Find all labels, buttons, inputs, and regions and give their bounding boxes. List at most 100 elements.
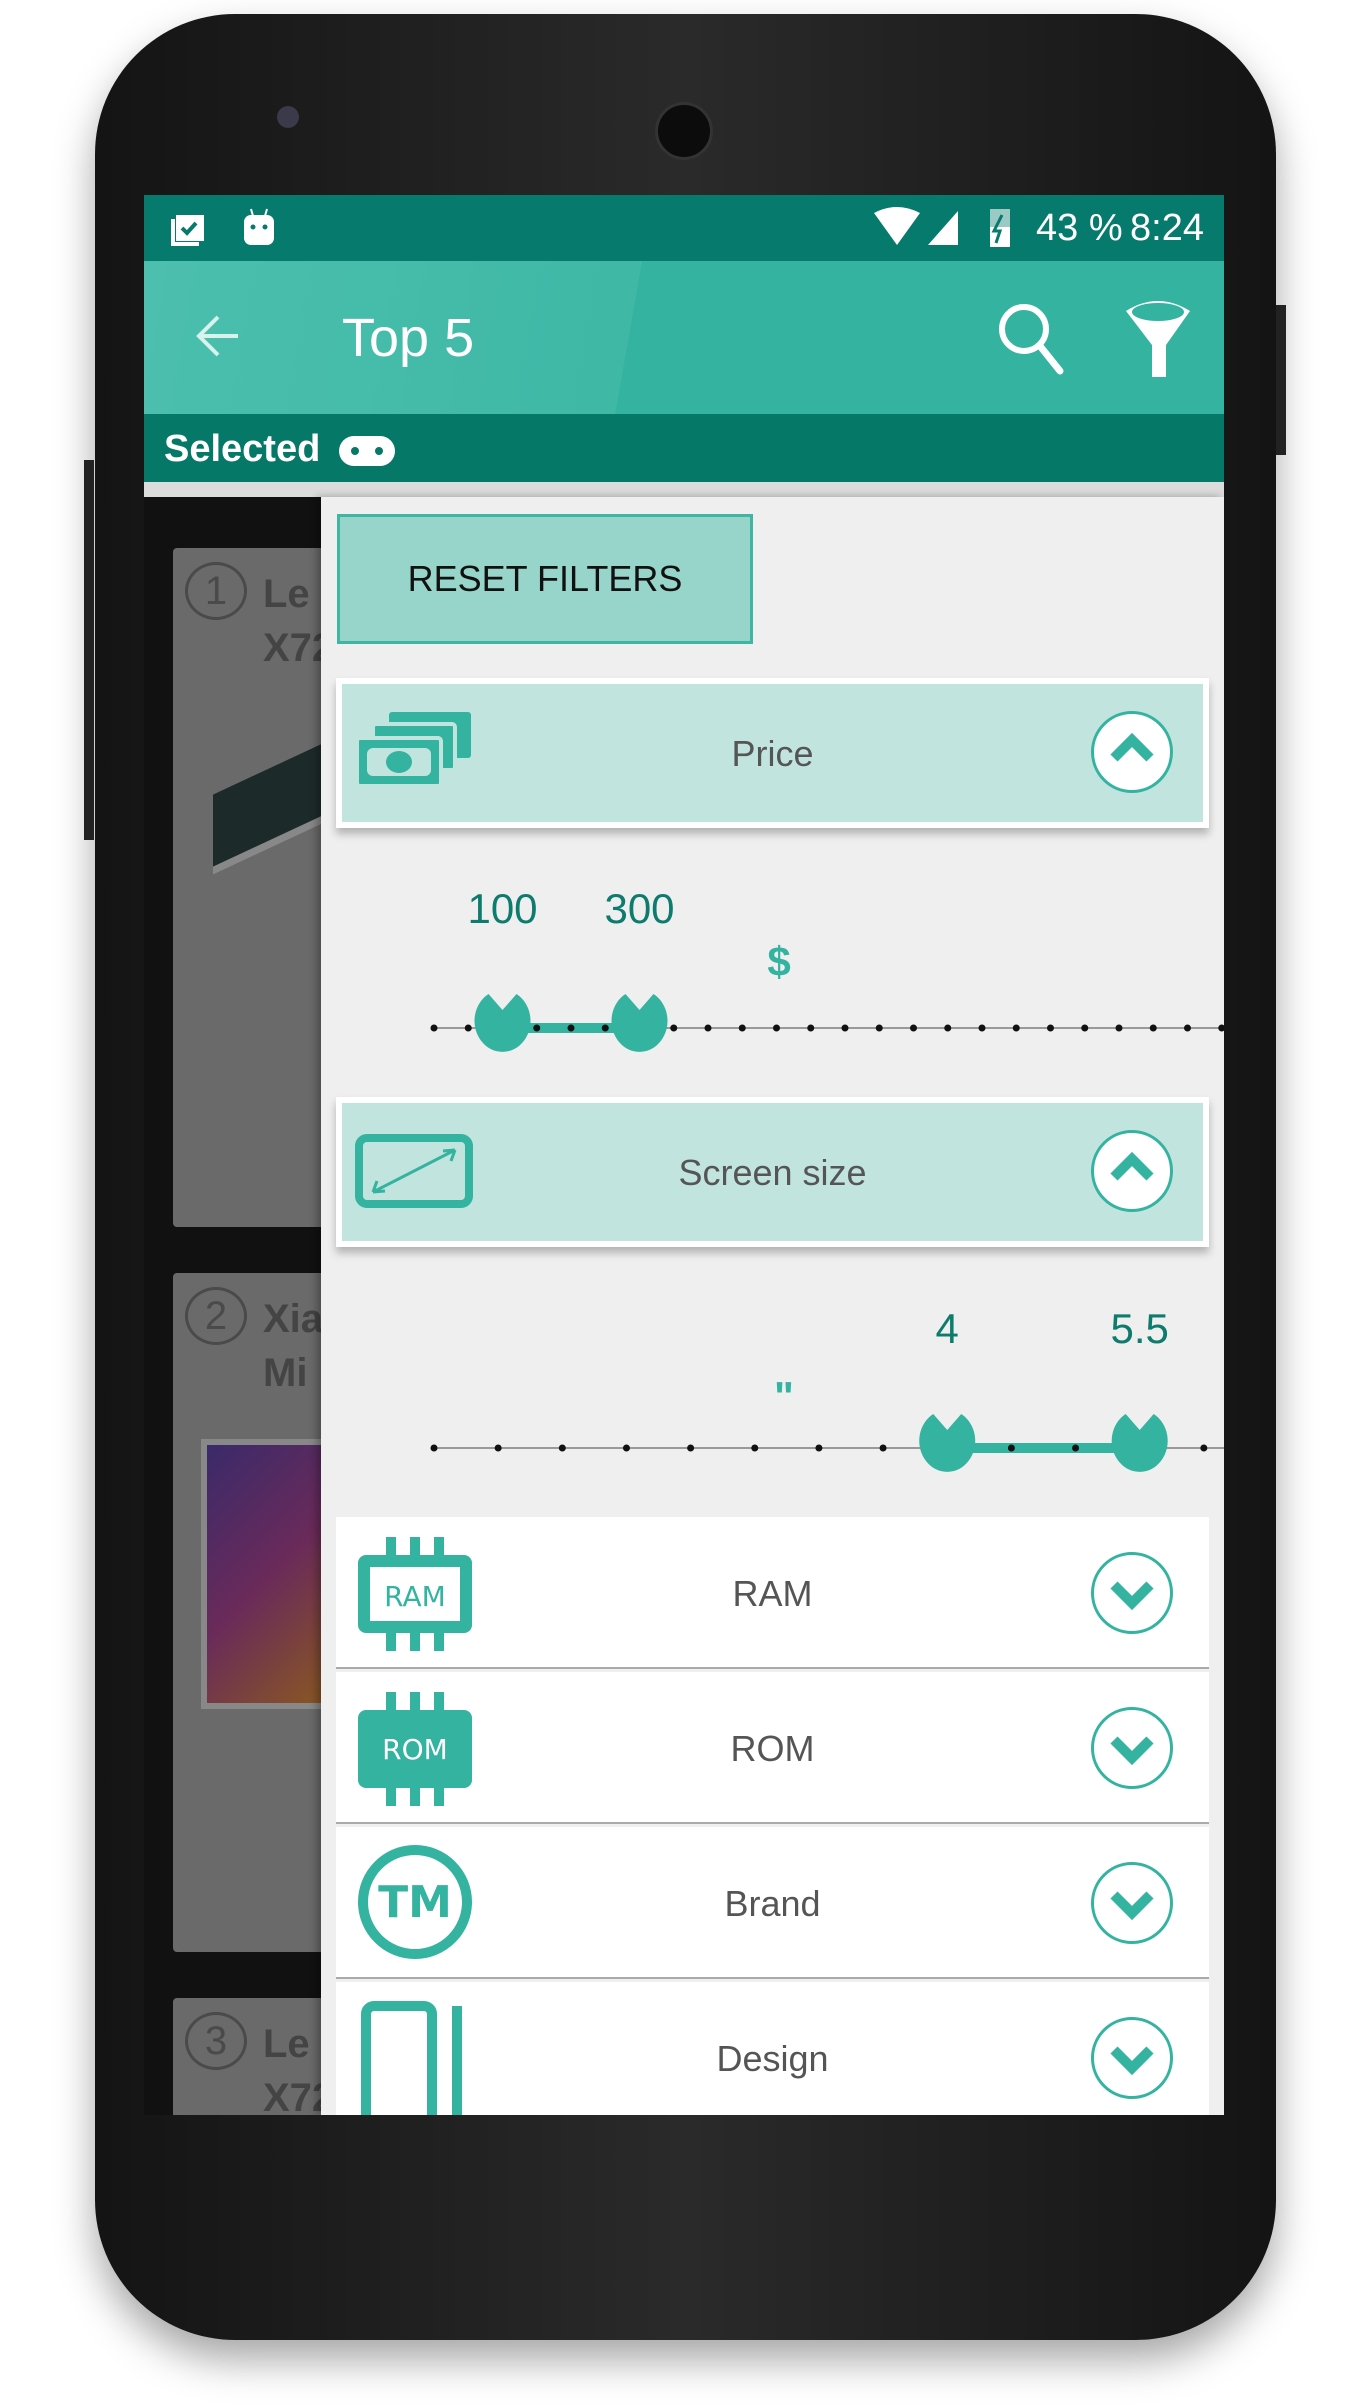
slider-tick [879, 1444, 887, 1452]
list-item[interactable]: 1 Le X72 [173, 548, 333, 1227]
chevron-up-icon [1110, 732, 1154, 762]
chevron-down-icon [1110, 1581, 1154, 1611]
slider-tick [875, 1024, 883, 1032]
filter-label: Price [731, 733, 814, 774]
rank-badge: 3 [185, 2012, 247, 2070]
slider-tick [601, 1024, 609, 1032]
toolbar: Top 5 [144, 261, 1224, 414]
phone-image [213, 701, 333, 875]
slider-tick [704, 1024, 712, 1032]
slider-tick [430, 1024, 438, 1032]
slider-tick [670, 1024, 678, 1032]
slider-tick [1115, 1024, 1123, 1032]
item-title: Le [263, 2022, 310, 2066]
filter-row-rom[interactable]: ROM ROM [336, 1672, 1209, 1824]
chevron-down-icon [1110, 1736, 1154, 1766]
signal-icon [928, 211, 958, 245]
filter-row-ram[interactable]: RAM RAM [336, 1517, 1209, 1669]
rank-badge: 2 [185, 1287, 247, 1345]
slider-unit-label: " [774, 1373, 794, 1420]
slider-tick [464, 1024, 472, 1032]
slider-tick [1081, 1024, 1089, 1032]
wifi-icon [874, 207, 920, 245]
slider-tick [567, 1024, 575, 1032]
phone-image [201, 1439, 333, 1709]
collapse-button[interactable] [1091, 711, 1173, 793]
screen-size-range-slider[interactable]: 4 5.5 " [321, 1258, 1224, 1508]
slider-tick [751, 1444, 759, 1452]
filter-label: Brand [724, 1883, 821, 1924]
page-title: Top 5 [342, 308, 475, 368]
chevron-up-icon [1110, 1151, 1154, 1181]
speaker-grille [655, 102, 713, 160]
filter-row-design[interactable]: Design [336, 1982, 1209, 2115]
reset-filters-button[interactable]: RESET FILTERS [337, 514, 753, 644]
search-icon[interactable] [996, 301, 1066, 377]
slider-tick [773, 1024, 780, 1032]
slider-tick [1218, 1024, 1224, 1032]
slider-tick [687, 1444, 695, 1452]
slider-tick [910, 1024, 917, 1032]
status-bar: 43 % 8:24 [144, 195, 1224, 261]
slider-thumb[interactable] [611, 994, 668, 1052]
battery-percent: 43 % [1036, 207, 1123, 249]
slider-tick [558, 1444, 566, 1452]
camera [277, 106, 299, 128]
expand-button[interactable] [1091, 1862, 1173, 1944]
list-item[interactable]: 2 Xia Mi [173, 1273, 333, 1952]
slider-tick [944, 1024, 952, 1032]
clipboard-check-icon [171, 215, 204, 246]
chevron-down-icon [1110, 2046, 1154, 2076]
expand-button[interactable] [1091, 1707, 1173, 1789]
price-range-slider[interactable]: 100 300 $ [321, 838, 1224, 1088]
clock: 8:24 [1130, 207, 1204, 249]
filter-label: RAM [732, 1573, 813, 1614]
battery-charging-icon [990, 209, 1010, 247]
item-title: Le [263, 572, 310, 616]
filter-header-screen-size[interactable]: Screen size [336, 1097, 1209, 1247]
filter-label: Screen size [678, 1152, 867, 1193]
slider-unit-label: $ [767, 938, 791, 985]
slider-tick [494, 1444, 502, 1452]
filter-drawer: RESET FILTERS Price 100 300 $ Screen size … [321, 497, 1224, 2115]
slider-tick [841, 1024, 849, 1032]
slider-tick [1047, 1024, 1054, 1032]
chevron-down-icon [1110, 1891, 1154, 1921]
filter-label: Design [716, 2038, 829, 2079]
slider-value-label: 100 [467, 885, 538, 932]
expand-button[interactable] [1091, 1552, 1173, 1634]
slider-tick [978, 1024, 986, 1032]
selected-bar[interactable]: Selected [144, 414, 1224, 482]
slider-tick [1200, 1444, 1208, 1452]
slider-tick [533, 1024, 541, 1032]
slider-tick [1149, 1024, 1157, 1032]
slider-value-label: 4 [935, 1305, 959, 1352]
slider-tick [1007, 1444, 1015, 1452]
gamepad-icon [339, 436, 395, 466]
divider [144, 482, 1224, 497]
item-title: Xia [263, 1297, 324, 1341]
list-item[interactable]: 3 Le X72 [173, 1998, 333, 2115]
slider-value-label: 300 [604, 885, 675, 932]
slider-tick [815, 1444, 823, 1452]
slider-tick [622, 1444, 630, 1452]
filter-row-brand[interactable]: TM Brand [336, 1827, 1209, 1979]
slider-tick [1012, 1024, 1020, 1032]
selected-label: Selected [164, 428, 321, 470]
slider-tick [1072, 1444, 1080, 1452]
item-title: Mi [263, 1351, 308, 1395]
slider-tick [807, 1024, 815, 1032]
slider-thumb[interactable] [1111, 1414, 1168, 1472]
android-icon [244, 208, 274, 245]
slider-thumb[interactable] [474, 994, 531, 1052]
screen: 43 % 8:24 Top 5 Selected 1 Le X72 2 Xia … [144, 195, 1224, 2115]
collapse-button[interactable] [1091, 1130, 1173, 1212]
expand-button[interactable] [1091, 2017, 1173, 2099]
rank-badge: 1 [185, 562, 247, 620]
slider-thumb[interactable] [919, 1414, 976, 1472]
back-arrow-icon[interactable] [194, 313, 244, 359]
slider-tick [738, 1024, 746, 1032]
filter-header-price[interactable]: Price [336, 678, 1209, 828]
filter-icon[interactable] [1122, 297, 1194, 381]
slider-tick [430, 1444, 438, 1452]
